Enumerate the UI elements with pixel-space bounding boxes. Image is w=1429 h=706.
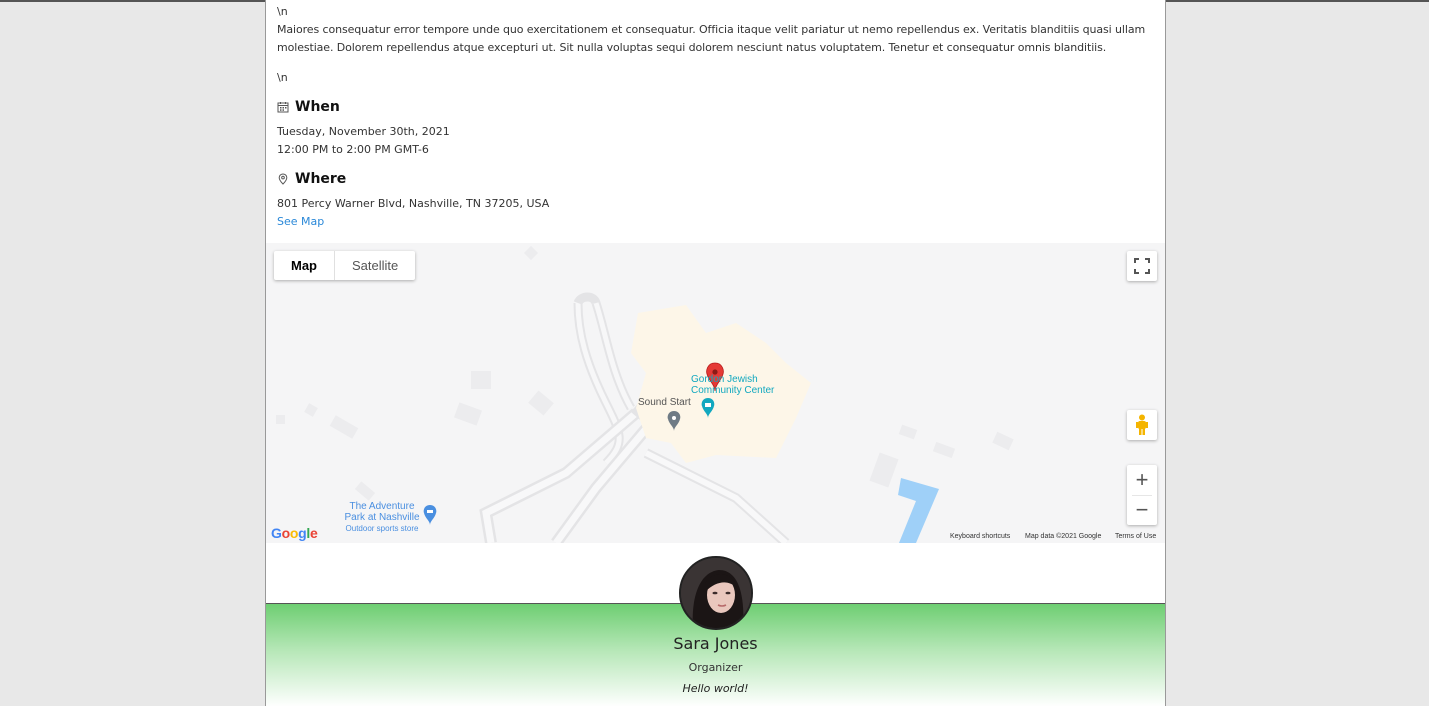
literal-newline-text: \n [277, 71, 288, 84]
zoom-divider [1132, 495, 1152, 496]
street-view-pegman-button[interactable] [1127, 410, 1157, 440]
organizer-name: Sara Jones [673, 634, 758, 653]
fullscreen-icon [1134, 258, 1150, 274]
map-type-map-button[interactable]: Map [274, 251, 335, 280]
google-map[interactable]: Map Satellite + − Gordon Jewish Communit… [266, 243, 1165, 543]
event-page: \n Maiores consequatur error tempore und… [265, 0, 1166, 706]
place-label-adventure-line2: Park at Nashville [344, 512, 420, 523]
see-map-link[interactable]: See Map [277, 215, 324, 228]
place-label-gordon-line2: Community Center [691, 385, 775, 396]
where-heading: Where [277, 171, 346, 187]
organizer-bio: Hello world! [682, 682, 749, 695]
event-address: 801 Percy Warner Blvd, Nashville, TN 372… [277, 197, 550, 210]
when-heading-label: When [295, 99, 340, 115]
calendar-icon [277, 101, 289, 113]
event-date: Tuesday, November 30th, 2021 [277, 125, 450, 138]
event-time: 12:00 PM to 2:00 PM GMT-6 [277, 143, 429, 156]
avatar-portrait-icon [681, 558, 751, 628]
where-heading-label: Where [295, 171, 347, 187]
map-type-control: Map Satellite [274, 251, 416, 280]
zoom-in-button[interactable]: + [1127, 465, 1157, 495]
place-label-sound-start[interactable]: Sound Start [638, 397, 691, 408]
location-pin-icon [277, 173, 289, 185]
place-label-adventure-park[interactable]: The Adventure Park at Nashville Outdoor … [342, 501, 422, 534]
keyboard-shortcuts-link[interactable]: Keyboard shortcuts [950, 533, 1010, 540]
literal-newline-text: \n [277, 5, 288, 18]
pegman-icon [1136, 414, 1148, 435]
when-heading: When [277, 99, 340, 115]
map-type-satellite-button[interactable]: Satellite [335, 251, 415, 280]
zoom-control: + − [1127, 465, 1157, 525]
place-label-adventure-sub: Outdoor sports store [345, 524, 419, 533]
google-logo[interactable]: Google [271, 525, 318, 541]
event-description: Maiores consequatur error tempore unde q… [277, 23, 1146, 54]
terms-of-use-link[interactable]: Terms of Use [1115, 533, 1156, 540]
place-label-gordon-line1: Gordon Jewish [691, 374, 758, 385]
map-data-attribution: Map data ©2021 Google [1025, 533, 1102, 540]
place-label-adventure-line1: The Adventure [349, 501, 415, 512]
organizer-avatar [679, 556, 753, 630]
fullscreen-button[interactable] [1127, 251, 1157, 281]
zoom-out-button[interactable]: − [1127, 495, 1157, 525]
place-label-gordon-jcc[interactable]: Gordon Jewish Community Center [691, 374, 774, 396]
organizer-role: Organizer [688, 661, 743, 674]
